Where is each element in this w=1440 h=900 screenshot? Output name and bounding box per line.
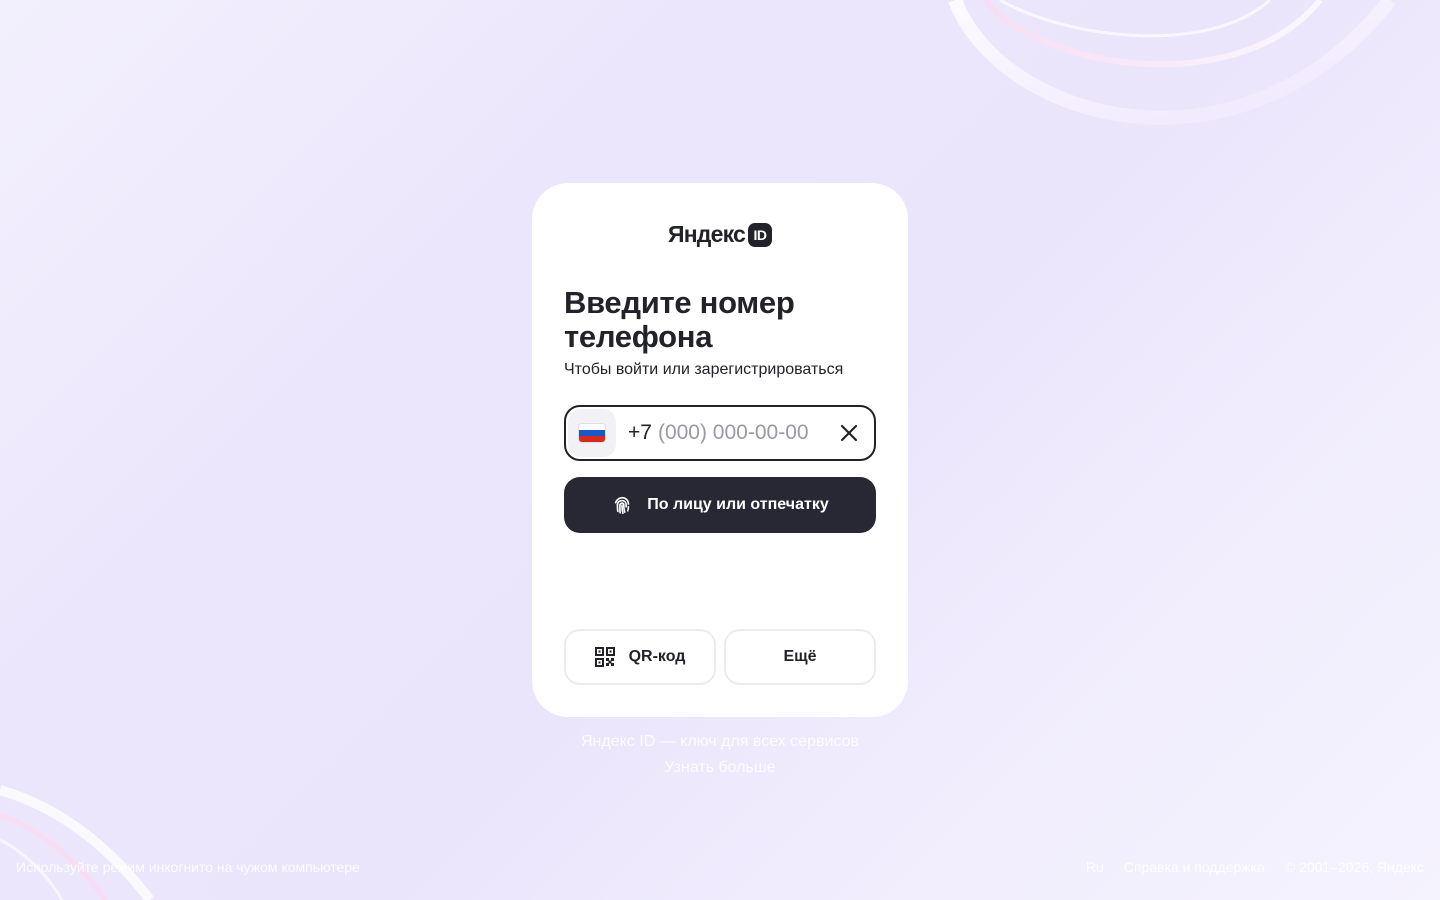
logo-text: Яндекс bbox=[667, 221, 746, 247]
fingerprint-icon bbox=[615, 496, 630, 515]
phone-input[interactable] bbox=[657, 421, 828, 445]
learn-more-link[interactable]: Узнать больше bbox=[532, 759, 908, 777]
phone-field[interactable]: +7 bbox=[564, 405, 876, 461]
page-subtitle: Чтобы войти или зарегистрироваться bbox=[564, 361, 844, 378]
more-button[interactable]: Ещё bbox=[724, 629, 876, 685]
qr-code-button[interactable]: QR-код bbox=[564, 629, 716, 685]
page-title: Введите номер телефона bbox=[564, 285, 795, 354]
country-code: +7 bbox=[628, 421, 652, 444]
clear-button[interactable] bbox=[838, 422, 860, 444]
yandex-id-logo: Яндекс ID bbox=[532, 221, 908, 248]
copyright: © 2001–2026, Яндекс bbox=[1284, 859, 1424, 875]
login-card: Яндекс ID Введите номер телефона Чтобы в… bbox=[532, 183, 908, 717]
logo-id-badge: ID bbox=[748, 222, 772, 247]
qr-code-icon bbox=[594, 647, 615, 667]
biometric-login-button[interactable]: По лицу или отпечатку bbox=[564, 477, 876, 533]
incognito-hint: Используйте режим инкогнито на чужом ком… bbox=[16, 859, 360, 875]
russia-flag-icon bbox=[579, 424, 605, 442]
biometric-button-label: По лицу или отпечатку bbox=[647, 496, 829, 513]
footer-links: Ru Справка и поддержка © 2001–2026, Янде… bbox=[1086, 859, 1424, 875]
country-selector[interactable] bbox=[568, 409, 616, 457]
qr-button-label: QR-код bbox=[628, 648, 686, 665]
help-link[interactable]: Справка и поддержка bbox=[1124, 859, 1265, 875]
close-icon bbox=[840, 424, 858, 442]
promo-text: Яндекс ID — ключ для всех сервисов bbox=[581, 733, 859, 750]
more-button-label: Ещё bbox=[783, 648, 817, 665]
language-switcher[interactable]: Ru bbox=[1086, 859, 1104, 875]
